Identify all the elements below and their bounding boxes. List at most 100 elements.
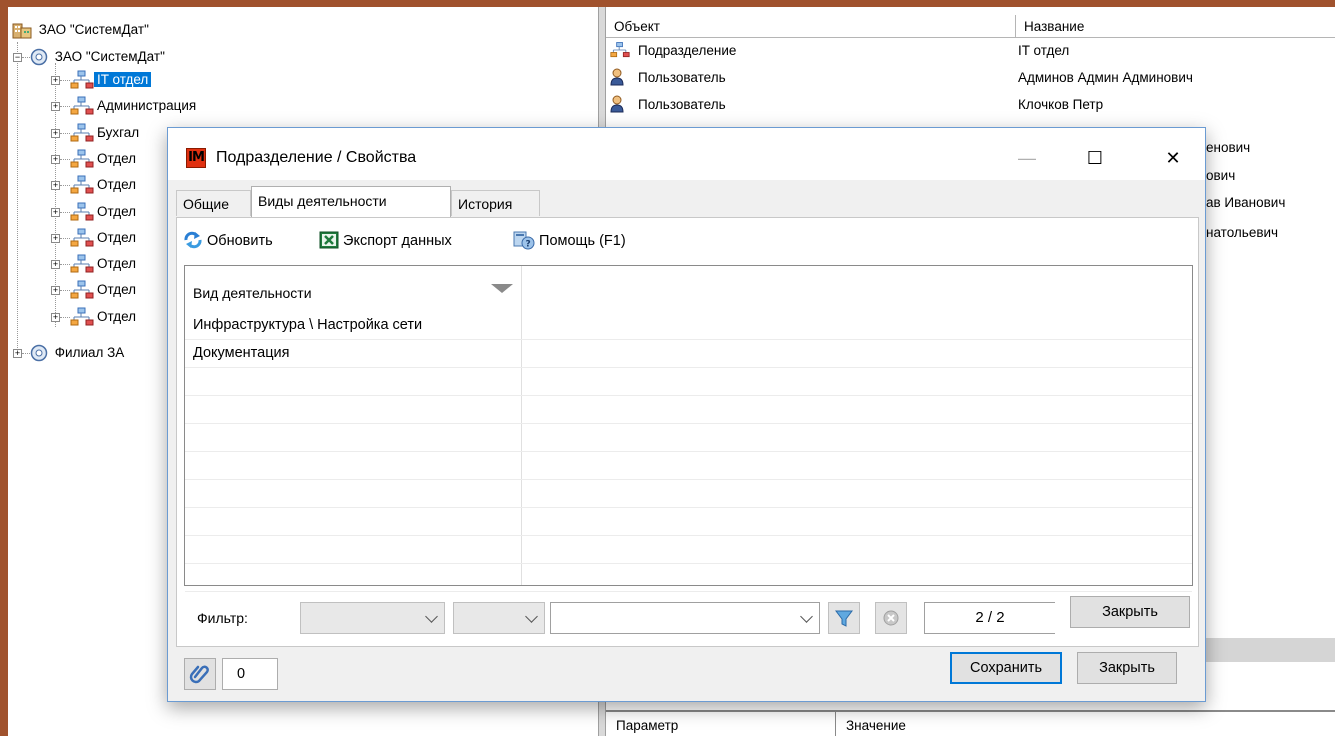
tree-item-department[interactable]: IT отдел [70,69,152,91]
tree-item-department[interactable]: Отдел [70,227,139,249]
overflow-name: ович [1206,168,1236,183]
filter-operator-combo[interactable] [453,602,545,634]
tab-general[interactable]: Общие [176,190,251,216]
tree-expander[interactable]: + [51,181,60,190]
properties-dialog[interactable]: IM Подразделение / Свойства — ☐ ✕ Общие … [167,127,1206,702]
objects-grid-row[interactable]: Пользователь Клочков Петр [606,94,1335,116]
activity-row[interactable] [185,564,1192,592]
department-icon [70,202,94,221]
tree-item-department[interactable]: Отдел [70,306,139,328]
tree-item-department[interactable]: Отдел [70,201,139,223]
tree-expander[interactable]: + [51,76,60,85]
tree-expander[interactable]: + [51,129,60,138]
activity-cell: Инфраструктура \ Настройка сети [193,317,423,333]
tree-item-department[interactable]: Отдел [70,253,139,275]
tree-expander[interactable]: + [13,349,22,358]
tree-item-department[interactable]: Отдел [70,174,139,196]
apply-filter-button[interactable] [828,602,860,634]
tree-item-department[interactable]: Отдел [70,148,139,170]
clear-icon [883,610,899,626]
department-icon [70,254,94,273]
tree-item-department[interactable]: Администрация [70,95,199,117]
minimize-button[interactable]: — [1004,140,1050,176]
sort-down-icon[interactable] [491,284,513,293]
dialog-titlebar[interactable]: IM Подразделение / Свойства — ☐ ✕ [168,128,1205,180]
tree-expander[interactable]: + [51,260,60,269]
tree-line [60,106,70,107]
clear-filter-button[interactable] [875,602,907,634]
chevron-down-icon [800,610,813,623]
activity-row[interactable]: Документация [185,340,1192,368]
tree-org[interactable]: ЗАО "СистемДат" [30,46,168,68]
object-cell: Подразделение [638,43,737,58]
activity-row[interactable]: Инфраструктура \ Настройка сети [185,312,1192,340]
tree-item-department[interactable]: Бухгал [70,122,142,144]
refresh-label: Обновить [207,233,273,249]
tree-expander[interactable]: + [51,286,60,295]
tree-branch[interactable]: Филиал ЗА [30,342,127,364]
refresh-button[interactable]: Обновить [183,229,273,253]
activity-types-grid[interactable]: Вид деятельности Инфраструктура \ Настро… [184,265,1193,592]
tree-expander[interactable]: + [51,234,60,243]
org-icon [30,345,48,362]
activity-row[interactable] [185,508,1192,536]
column-header-object[interactable]: Объект [606,15,1016,37]
tree-line [60,185,70,186]
maximize-button[interactable]: ☐ [1072,140,1118,176]
excel-icon [319,231,339,249]
tree-line [22,353,30,354]
dialog-close-button[interactable]: Закрыть [1077,652,1177,684]
attachments-count: 0 [222,658,278,690]
activity-row[interactable] [185,368,1192,396]
activity-row[interactable] [185,396,1192,424]
activity-row[interactable] [185,452,1192,480]
tree-branch-label: Филиал ЗА [54,345,125,360]
tree-item-department[interactable]: Отдел [70,279,139,301]
row-icon-cell [610,95,624,120]
tree-expander[interactable]: − [13,53,22,62]
export-data-button[interactable]: Экспорт данных [319,229,452,253]
filter-value-combo[interactable] [550,602,820,634]
activity-types-panel: Обновить Экспорт данных ? Помощь (F1) Ви… [176,217,1199,647]
activity-column-header[interactable]: Вид деятельности [185,266,521,312]
tree-line [22,57,30,58]
objects-grid-row[interactable]: Подразделение IT отдел [606,40,1335,62]
object-cell: Пользователь [638,70,726,85]
tree-item-label: Отдел [97,309,137,324]
tree-expander[interactable]: + [51,155,60,164]
tree-root[interactable]: ЗАО "СистемДат" [12,19,152,41]
tree-expander[interactable]: + [51,313,60,322]
department-icon [70,70,94,89]
save-button[interactable]: Сохранить [950,652,1062,684]
name-cell: IT отдел [1018,43,1070,58]
column-header-name[interactable]: Название [1016,15,1335,37]
activity-row[interactable] [185,480,1192,508]
help-button[interactable]: ? Помощь (F1) [513,229,626,253]
properties-grid-header: Параметр Значение [606,710,1335,738]
overflow-name: ав Иванович [1206,195,1286,210]
activity-column-header-label: Вид деятельности [193,285,312,301]
tab-activity-types[interactable]: Виды деятельности [251,186,451,217]
close-button[interactable]: ✕ [1150,140,1196,176]
filter-close-button[interactable]: Закрыть [1070,596,1190,628]
tree-item-label: IT отдел [94,72,152,87]
tree-root-label: ЗАО "СистемДат" [38,22,149,37]
row-icon-cell [610,68,624,93]
row-icon-cell [610,41,630,66]
dialog-title: Подразделение / Свойства [216,149,417,166]
activity-row[interactable] [185,536,1192,564]
objects-grid-row[interactable]: Пользователь Админов Админ Админович [606,67,1335,89]
column-header-parameter[interactable]: Параметр [606,712,836,736]
window-frame-top [0,0,1335,7]
attachments-button[interactable] [184,658,216,690]
tree-line [60,317,70,318]
activity-row[interactable] [185,424,1192,452]
tree-expander[interactable]: + [51,208,60,217]
tree-item-label: Отдел [97,177,137,192]
record-counter: 2 / 2 [924,602,1055,634]
filter-field-combo[interactable] [300,602,445,634]
help-icon: ? [513,231,535,250]
tab-history[interactable]: История [451,190,540,216]
tree-expander[interactable]: + [51,102,60,111]
column-header-value[interactable]: Значение [836,712,1335,736]
